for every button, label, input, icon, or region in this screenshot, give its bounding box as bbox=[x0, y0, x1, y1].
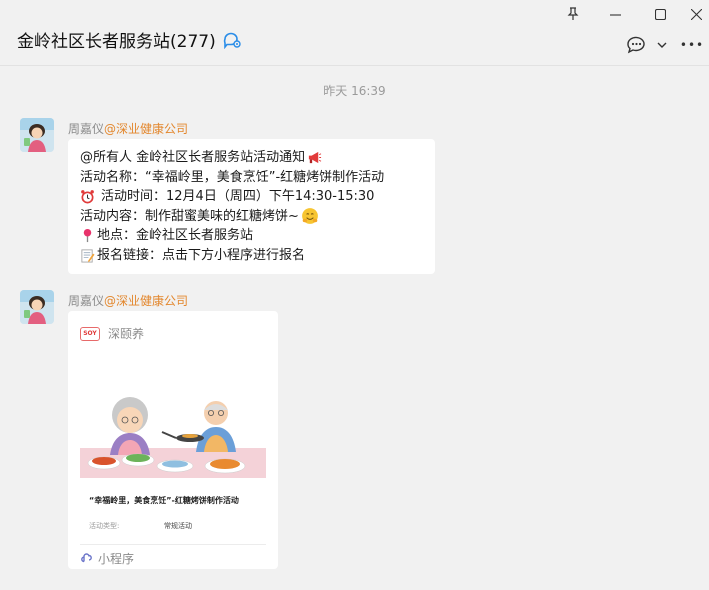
message-line: 活动内容：制作甜蜜美味的红糖烤饼~ bbox=[80, 207, 423, 227]
sender-name: 周嘉仪@深业健康公司 bbox=[68, 120, 188, 137]
message-line: @所有人 金岭社区长者服务站活动通知 bbox=[80, 148, 423, 168]
title-bar: 金岭社区长者服务站(277) ••• bbox=[0, 0, 709, 66]
message-line-text: 活动时间：12月4日（周四）下午14:30-15:30 bbox=[101, 189, 375, 204]
pin-button[interactable] bbox=[557, 4, 589, 24]
minimize-icon bbox=[609, 13, 621, 16]
card-field-value: 常规活动 bbox=[164, 522, 192, 530]
more-icon: ••• bbox=[679, 38, 705, 52]
message-line: 活动名称：“幸福岭里，美食烹饪”-红糖烤饼制作活动 bbox=[80, 168, 423, 188]
pin-icon bbox=[567, 7, 579, 20]
card-cover-image bbox=[80, 380, 266, 487]
message-timestamp: 昨天 16:39 bbox=[323, 84, 386, 98]
app-name: 深颐养 bbox=[108, 327, 145, 341]
card-footer-label: 小程序 bbox=[98, 552, 135, 566]
hug-face-icon bbox=[302, 208, 318, 225]
card-field-key: 活动类型: bbox=[89, 522, 120, 530]
avatar[interactable] bbox=[20, 118, 54, 152]
megaphone-icon bbox=[309, 152, 322, 164]
message-line: 报名链接：点击下方小程序进行报名 bbox=[80, 246, 423, 266]
mini-program-icon bbox=[81, 553, 92, 563]
minimize-button[interactable] bbox=[599, 4, 631, 24]
mini-program-card[interactable]: SOY 深颐养 “幸福岭里，美食烹饪”-红糖烤饼制作活动 活动类型: 常规活动 … bbox=[68, 311, 278, 569]
message-line-text: 活动名称：“幸福岭里，美食烹饪”-红糖烤饼制作活动 bbox=[80, 169, 385, 185]
card-divider bbox=[80, 544, 266, 545]
message-line-text: 地点：金岭社区长者服务站 bbox=[97, 228, 254, 243]
sender-name-text: 周嘉仪 bbox=[68, 122, 105, 136]
chevron-down-icon bbox=[657, 42, 667, 48]
card-caption: “幸福岭里，美食烹饪”-红糖烤饼制作活动 活动类型: 常规活动 bbox=[80, 487, 266, 541]
avatar[interactable] bbox=[20, 290, 54, 324]
group-chat-icon[interactable] bbox=[222, 31, 242, 49]
card-footer: 小程序 bbox=[80, 550, 134, 567]
more-button[interactable]: ••• bbox=[680, 34, 704, 56]
message-line: 活动时间：12月4日（周四）下午14:30-15:30 bbox=[80, 187, 423, 207]
maximize-icon bbox=[654, 8, 666, 20]
sender-name-text: 周嘉仪 bbox=[68, 294, 105, 308]
chat-title-text: 金岭社区长者服务站(277) bbox=[17, 32, 216, 52]
close-icon bbox=[690, 8, 702, 20]
sender-org: @深业健康公司 bbox=[104, 294, 189, 308]
app-logo: SOY bbox=[80, 326, 100, 341]
alarm-clock-icon bbox=[81, 190, 94, 204]
close-button[interactable] bbox=[680, 4, 709, 24]
pushpin-icon bbox=[83, 229, 92, 243]
message-bubble[interactable]: @所有人 金岭社区长者服务站活动通知 活动名称：“幸福岭里，美食烹饪”-红糖烤饼… bbox=[68, 139, 435, 274]
chat-bubble-icon bbox=[627, 36, 645, 54]
memo-icon bbox=[81, 249, 95, 263]
chat-info-button[interactable] bbox=[626, 34, 668, 56]
app-logo-text: SOY bbox=[83, 329, 97, 337]
sender-name: 周嘉仪@深业健康公司 bbox=[68, 292, 188, 309]
message-line-text: 报名链接：点击下方小程序进行报名 bbox=[97, 247, 306, 263]
sender-org: @深业健康公司 bbox=[104, 122, 189, 136]
message-line-text: @所有人 金岭社区长者服务站活动通知 bbox=[80, 150, 306, 165]
card-header: SOY 深颐养 bbox=[80, 325, 144, 342]
maximize-button[interactable] bbox=[644, 4, 676, 24]
chat-title: 金岭社区长者服务站(277) bbox=[17, 27, 242, 52]
card-title: “幸福岭里，美食烹饪”-红糖烤饼制作活动 bbox=[89, 496, 239, 505]
message-line-text: 活动内容：制作甜蜜美味的红糖烤饼~ bbox=[80, 208, 299, 224]
message-line: 地点：金岭社区长者服务站 bbox=[80, 226, 423, 246]
